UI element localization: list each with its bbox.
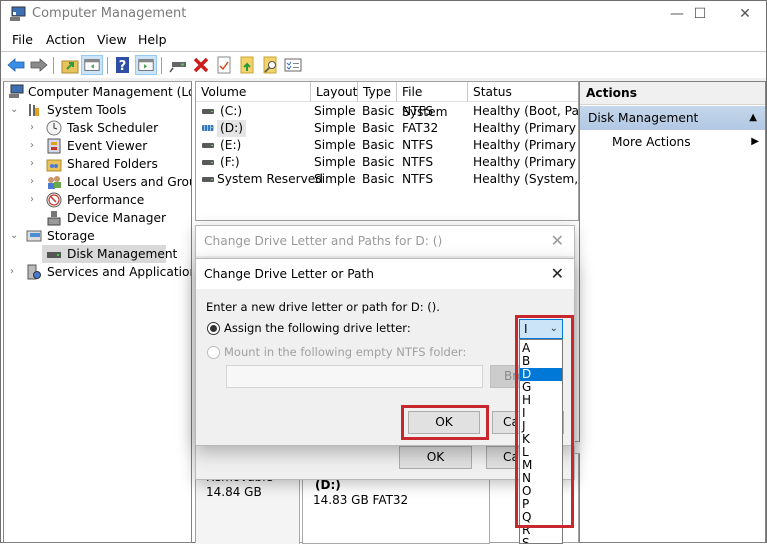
- up-folder-icon[interactable]: [59, 55, 81, 75]
- volume-row[interactable]: (E:) Simple Basic NTFS Healthy (Primary …: [196, 137, 578, 154]
- properties-icon[interactable]: [213, 55, 235, 75]
- services-icon: [27, 264, 41, 280]
- volume-row[interactable]: (D:) Simple Basic FAT32 Healthy (Primary…: [196, 120, 578, 137]
- event-viewer-icon: [47, 138, 61, 154]
- computer-management-app-icon: [10, 6, 26, 21]
- volume-row[interactable]: System Reserved Simple Basic NTFS Health…: [196, 171, 578, 188]
- collapse-chevron-icon[interactable]: ⌄: [10, 227, 20, 245]
- back-arrow-icon[interactable]: [5, 55, 27, 75]
- drive-icon: [202, 177, 214, 182]
- close-icon[interactable]: ✕: [551, 231, 564, 250]
- drive-icon: [202, 160, 214, 165]
- drive-icon: [202, 143, 214, 148]
- help-icon[interactable]: ?: [112, 55, 134, 75]
- volume-row[interactable]: (F:) Simple Basic NTFS Healthy (Primary …: [196, 154, 578, 171]
- menu-help[interactable]: Help: [138, 32, 167, 47]
- maximize-button[interactable]: ☐: [677, 1, 723, 29]
- drive-icon: [202, 109, 214, 114]
- collapse-chevron-icon[interactable]: ⌄: [10, 101, 20, 119]
- computer-management-window: Computer Management — ☐ ✕ File Action Vi…: [0, 0, 767, 544]
- title-bar: Computer Management — ☐ ✕: [1, 1, 766, 29]
- folder-path-input[interactable]: [226, 365, 483, 388]
- expand-chevron-icon[interactable]: ›: [30, 191, 40, 209]
- window-title: Computer Management: [32, 6, 187, 21]
- console-tree: Computer Management (Local ⌄ System Tool…: [3, 81, 192, 543]
- assign-letter-label[interactable]: Assign the following drive letter:: [224, 321, 411, 335]
- toolbar-separator: [161, 57, 162, 74]
- submenu-arrow-icon: ▶: [751, 136, 759, 147]
- disk-drive-icon: [47, 252, 61, 258]
- column-header-file-system[interactable]: File System: [397, 82, 468, 119]
- export-icon[interactable]: [236, 55, 258, 75]
- dialog-prompt: Enter a new drive letter or path for D: …: [206, 300, 440, 314]
- computer-icon: [9, 84, 24, 98]
- storage-icon: [26, 230, 42, 242]
- close-icon[interactable]: ✕: [551, 264, 564, 283]
- ok-button[interactable]: OK: [399, 446, 472, 469]
- shared-folder-icon: [46, 159, 62, 172]
- show-hide-console-tree-icon[interactable]: [81, 55, 103, 75]
- column-header-status[interactable]: Status: [468, 82, 578, 102]
- expand-chevron-icon[interactable]: ›: [30, 137, 40, 155]
- delete-icon[interactable]: [190, 55, 212, 75]
- menu-action[interactable]: Action: [46, 32, 85, 47]
- column-header-volume[interactable]: Volume: [196, 82, 311, 102]
- dialog-title: Change Drive Letter or Path: [196, 259, 574, 289]
- highlight-box-drive-letter: [515, 315, 574, 528]
- performance-gauge-icon: [46, 192, 62, 208]
- svg-text:?: ?: [119, 59, 127, 74]
- forward-arrow-icon[interactable]: [28, 55, 50, 75]
- checklist-icon[interactable]: [282, 55, 304, 75]
- volume-list: Volume Layout Type File System Status (C…: [195, 81, 579, 221]
- search-icon[interactable]: [259, 55, 281, 75]
- expand-chevron-icon[interactable]: ›: [30, 173, 40, 191]
- mount-folder-label[interactable]: Mount in the following empty NTFS folder…: [224, 345, 466, 359]
- column-header-layout[interactable]: Layout: [311, 82, 358, 102]
- users-icon: [48, 176, 61, 189]
- expand-chevron-icon[interactable]: ›: [30, 155, 40, 173]
- device-manager-icon: [47, 211, 61, 226]
- mount-folder-radio[interactable]: [207, 346, 220, 359]
- column-header-type[interactable]: Type: [358, 82, 397, 102]
- system-tools-icon: [29, 104, 39, 116]
- assign-letter-radio[interactable]: [207, 322, 220, 335]
- actions-header: Actions: [580, 82, 765, 105]
- connect-icon[interactable]: [167, 55, 189, 75]
- expand-chevron-icon[interactable]: ›: [10, 263, 20, 281]
- highlight-box-ok-button: [401, 405, 489, 440]
- more-actions-item[interactable]: More Actions ▶: [580, 132, 765, 152]
- dialog-title: Change Drive Letter and Paths for D: (): [196, 226, 574, 256]
- show-hide-action-pane-icon[interactable]: [135, 55, 157, 75]
- menu-bar: File Action View Help: [1, 29, 766, 50]
- volume-row[interactable]: (C:) Simple Basic NTFS Healthy (Boot, Pa…: [196, 103, 578, 120]
- expand-chevron-icon[interactable]: ›: [30, 119, 40, 137]
- actions-pane: Actions Disk Management ▲ More Actions ▶: [579, 81, 766, 543]
- menu-view[interactable]: View: [97, 32, 127, 47]
- clock-icon: [46, 120, 62, 136]
- collapse-arrow-icon[interactable]: ▲: [749, 106, 757, 130]
- toolbar-separator: [107, 57, 108, 74]
- actions-section-disk-management[interactable]: Disk Management ▲: [580, 106, 765, 130]
- removable-drive-icon: [202, 125, 214, 131]
- menu-file[interactable]: File: [12, 32, 33, 47]
- toolbar-separator: [53, 57, 54, 74]
- toolbar: ?: [1, 51, 766, 78]
- close-button[interactable]: ✕: [722, 1, 767, 29]
